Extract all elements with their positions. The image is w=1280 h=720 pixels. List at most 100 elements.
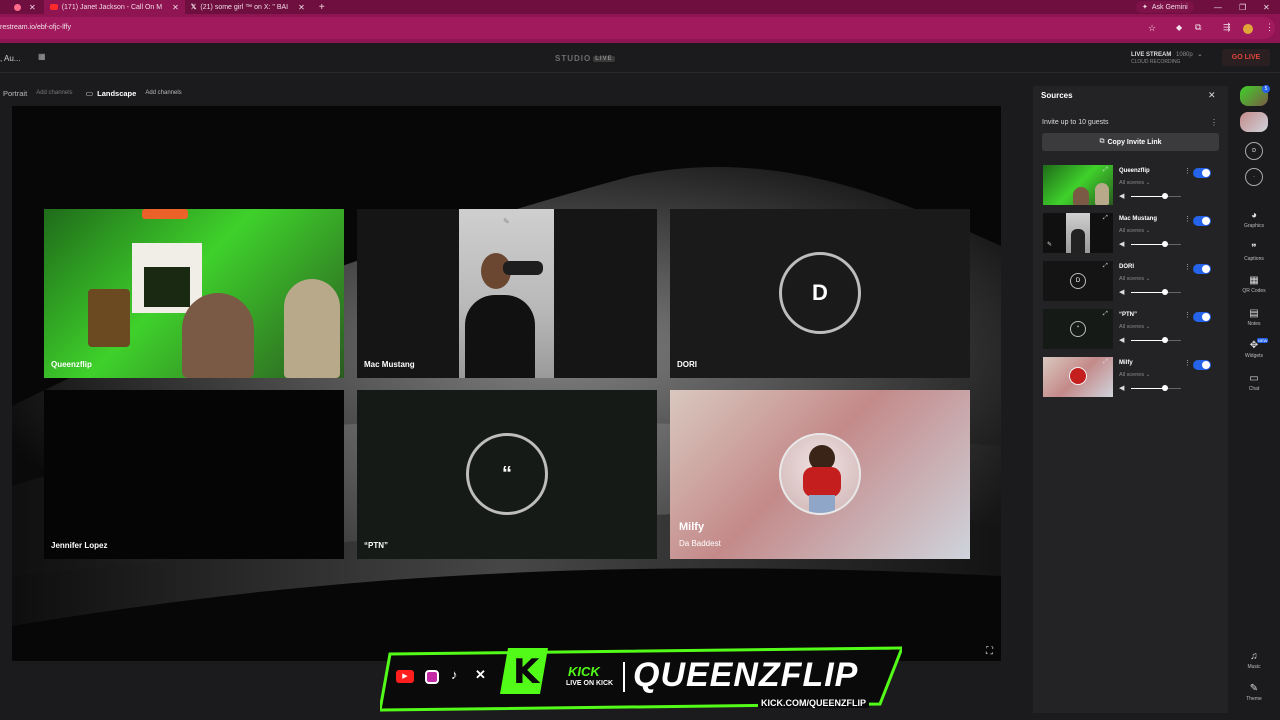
guest-avatar[interactable]: · bbox=[1245, 168, 1263, 186]
fireplace-opening bbox=[144, 267, 190, 307]
window-menu-icon[interactable] bbox=[14, 3, 21, 11]
url-field[interactable]: restream.io/ebf-ofjc-lffy bbox=[0, 17, 1275, 39]
stage-background-waves bbox=[12, 166, 1001, 626]
bookmark-star-icon[interactable]: ☆ bbox=[1148, 23, 1156, 34]
tools-rail: 5 D · ◕ Graphics ❞ Captions ▦ QR Codes ▤ Not… bbox=[1236, 85, 1280, 720]
profile-avatar[interactable] bbox=[1243, 24, 1253, 34]
more-options-icon[interactable]: ⋮ bbox=[1184, 311, 1191, 319]
volume-knob[interactable] bbox=[1162, 289, 1168, 295]
go-live-button[interactable]: GO LIVE bbox=[1222, 49, 1270, 66]
more-options-icon[interactable]: ⋮ bbox=[1184, 167, 1191, 175]
guest-avatar[interactable]: D bbox=[1245, 142, 1263, 160]
event-title[interactable]: , Au... bbox=[0, 54, 20, 63]
more-options-icon[interactable]: ⋮ bbox=[1210, 118, 1218, 127]
new-badge: NEW bbox=[1257, 338, 1269, 343]
more-options-icon[interactable]: ⋮ bbox=[1184, 215, 1191, 223]
x-icon: 𝕏 bbox=[190, 4, 197, 11]
restore-button[interactable]: ❐ bbox=[1239, 3, 1246, 12]
rail-captions[interactable]: ❞ Captions bbox=[1236, 243, 1272, 262]
source-toggle[interactable] bbox=[1193, 168, 1211, 178]
calendar-icon[interactable]: ▦ bbox=[38, 52, 46, 61]
close-icon[interactable]: ✕ bbox=[1208, 90, 1216, 101]
kick-word: KICK bbox=[568, 664, 600, 679]
participant-name: Mac Mustang bbox=[364, 360, 415, 369]
source-scenes[interactable]: All scenes ⌄ bbox=[1119, 324, 1150, 330]
tab-portrait[interactable]: Portrait bbox=[3, 89, 27, 98]
rail-theme[interactable]: ✎ Theme bbox=[1236, 683, 1272, 702]
source-item[interactable]: ⤢ Milfy All scenes ⌄ ◀ ⋮ bbox=[1043, 357, 1218, 397]
hair-dryer-shape bbox=[503, 261, 543, 275]
avatar-initial: D bbox=[812, 280, 828, 305]
extension-icon[interactable]: ◆ bbox=[1176, 23, 1182, 32]
live-stream-status[interactable]: LIVE STREAM 1080p ⌄ CLOUD RECORDING bbox=[1131, 51, 1202, 65]
source-scenes[interactable]: All scenes ⌄ bbox=[1119, 372, 1150, 378]
ask-gemini-button[interactable]: ✦ Ask Gemini bbox=[1136, 1, 1194, 13]
avatar: D bbox=[779, 252, 861, 334]
qr-icon: ▦ bbox=[1249, 275, 1259, 286]
source-scenes[interactable]: All scenes ⌄ bbox=[1119, 180, 1150, 186]
tab-close-icon[interactable]: ✕ bbox=[29, 3, 36, 12]
quote-icon: ❞ bbox=[1251, 243, 1257, 254]
volume-slider[interactable]: ◀ bbox=[1119, 289, 1181, 297]
expand-icon[interactable]: ⤢ bbox=[1103, 215, 1108, 222]
rail-graphics[interactable]: ◕ Graphics bbox=[1236, 210, 1272, 229]
kick-sub: LIVE ON KICK bbox=[566, 680, 614, 687]
tab-landscape[interactable]: Landscape bbox=[97, 89, 136, 98]
volume-slider[interactable]: ◀ bbox=[1119, 193, 1181, 201]
new-tab-button[interactable]: + bbox=[319, 2, 325, 13]
more-options-icon[interactable]: ⋮ bbox=[1184, 263, 1191, 271]
volume-slider[interactable]: ◀ bbox=[1119, 337, 1181, 345]
volume-knob[interactable] bbox=[1162, 241, 1168, 247]
volume-knob[interactable] bbox=[1162, 193, 1168, 199]
more-options-icon[interactable]: ⋮ bbox=[1184, 359, 1191, 367]
source-scenes[interactable]: All scenes ⌄ bbox=[1119, 228, 1150, 234]
browser-tab[interactable]: 𝕏 (21) some girl ™ on X: " BAI ✕ bbox=[185, 0, 311, 14]
copy-invite-button[interactable]: ⧉ Copy Invite Link bbox=[1042, 133, 1219, 151]
source-name: “PTN” bbox=[1119, 312, 1137, 318]
rail-chat[interactable]: ▭ Chat bbox=[1236, 373, 1272, 392]
source-scenes[interactable]: All scenes ⌄ bbox=[1119, 276, 1150, 282]
source-item[interactable]: D ⤢ DORI All scenes ⌄ ◀ ⋮ bbox=[1043, 261, 1218, 301]
kick-logo-icon: K bbox=[513, 652, 540, 692]
source-toggle[interactable] bbox=[1193, 216, 1211, 226]
source-toggle[interactable] bbox=[1193, 360, 1211, 370]
volume-knob[interactable] bbox=[1162, 385, 1168, 391]
expand-icon[interactable]: ⤢ bbox=[1103, 263, 1108, 270]
cast-icon[interactable]: ⇶ bbox=[1223, 22, 1231, 33]
source-toggle[interactable] bbox=[1193, 312, 1211, 322]
tile-queenzflip[interactable]: Queenzflip bbox=[44, 209, 344, 378]
tile-mac-mustang[interactable]: ✎ Mac Mustang bbox=[357, 209, 657, 378]
expand-icon[interactable]: ⤢ bbox=[1103, 311, 1108, 318]
rail-qr-codes[interactable]: ▦ QR Codes bbox=[1236, 275, 1272, 294]
rail-music[interactable]: ♫ Music bbox=[1236, 651, 1272, 670]
browser-menu-icon[interactable]: ⋮ bbox=[1265, 22, 1274, 33]
expand-icon[interactable]: ⤢ bbox=[1103, 359, 1108, 366]
add-channels-landscape[interactable]: Add channels bbox=[145, 90, 181, 96]
tile-ptn[interactable]: “ “PTN” bbox=[357, 390, 657, 559]
rail-widgets[interactable]: ✥ Widgets NEW bbox=[1236, 338, 1272, 359]
instagram-icon bbox=[425, 670, 439, 684]
volume-slider[interactable]: ◀ bbox=[1119, 241, 1181, 249]
source-toggle[interactable] bbox=[1193, 264, 1211, 274]
close-window-button[interactable]: ✕ bbox=[1263, 3, 1270, 12]
browser-tab[interactable]: (171) Janet Jackson - Call On M ✕ bbox=[43, 0, 185, 14]
tab-close-icon[interactable]: ✕ bbox=[298, 3, 305, 12]
source-item[interactable]: “ ⤢ “PTN” All scenes ⌄ ◀ ⋮ bbox=[1043, 309, 1218, 349]
minimize-button[interactable]: — bbox=[1214, 3, 1222, 12]
tile-milfy[interactable]: Milfy Da Baddest bbox=[670, 390, 970, 559]
add-channels-portrait[interactable]: Add channels bbox=[36, 90, 72, 96]
participant-name: “PTN” bbox=[364, 541, 388, 550]
tile-dori[interactable]: D DORI bbox=[670, 209, 970, 378]
tab-close-icon[interactable]: ✕ bbox=[172, 3, 179, 12]
source-item[interactable]: ⤢ Queenzflip All scenes ⌄ ◀ ⋮ bbox=[1043, 165, 1218, 205]
rail-notes[interactable]: ▤ Notes bbox=[1236, 308, 1272, 327]
person-shape bbox=[284, 279, 340, 378]
source-item[interactable]: ⤢ ✎ Mac Mustang All scenes ⌄ ◀ ⋮ bbox=[1043, 213, 1218, 253]
fullscreen-icon[interactable]: ⛶ bbox=[986, 646, 993, 657]
expand-icon[interactable]: ⤢ bbox=[1103, 167, 1108, 174]
volume-knob[interactable] bbox=[1162, 337, 1168, 343]
volume-slider[interactable]: ◀ bbox=[1119, 385, 1181, 393]
tile-jennifer-lopez[interactable]: Jennifer Lopez bbox=[44, 390, 344, 559]
guest-avatar[interactable] bbox=[1240, 112, 1268, 132]
extensions-puzzle-icon[interactable]: ⧉ bbox=[1195, 22, 1201, 33]
